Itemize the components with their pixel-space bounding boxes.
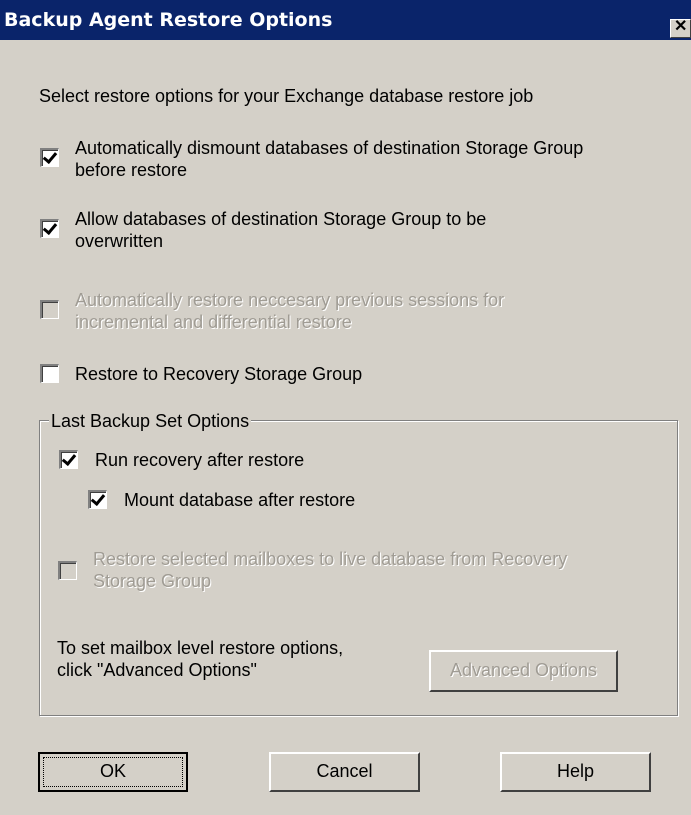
allow-overwrite-line2: overwritten <box>75 231 164 251</box>
auto-restore-sessions-line1: Automatically restore neccesary previous… <box>75 290 505 310</box>
instruction-text: Select restore options for your Exchange… <box>39 86 534 106</box>
restore-mailboxes-line2: Storage Group <box>93 571 212 591</box>
recovery-storage-group-label: Restore to Recovery Storage Group <box>75 364 363 384</box>
run-recovery-checkbox[interactable] <box>59 450 78 469</box>
restore-mailboxes-label: Restore selected mailboxes to live datab… <box>93 548 567 592</box>
close-button[interactable]: ✕ <box>670 18 691 38</box>
close-icon: ✕ <box>674 18 688 35</box>
auto-restore-sessions-line2: incremental and differential restore <box>75 312 352 332</box>
auto-restore-sessions-checkbox <box>40 300 59 319</box>
advanced-options-button: Advanced Options <box>429 650 618 692</box>
auto-restore-sessions-label: Automatically restore neccesary previous… <box>75 289 504 333</box>
auto-dismount-label: Automatically dismount databases of dest… <box>75 137 583 181</box>
run-recovery-label: Run recovery after restore <box>95 450 305 470</box>
mount-database-label: Mount database after restore <box>124 490 356 510</box>
allow-overwrite-label: Allow databases of destination Storage G… <box>75 208 486 252</box>
auto-dismount-line2: before restore <box>75 160 188 180</box>
group-legend: Last Backup Set Options <box>49 411 252 431</box>
ok-button[interactable]: OK <box>38 752 188 792</box>
allow-overwrite-checkbox[interactable] <box>40 219 59 238</box>
window-title: Backup Agent Restore Options <box>4 9 333 31</box>
restore-mailboxes-checkbox <box>58 561 77 580</box>
allow-overwrite-line1: Allow databases of destination Storage G… <box>75 209 487 229</box>
info-line2: click "Advanced Options" <box>57 660 257 680</box>
info-line1: To set mailbox level restore options, <box>57 638 344 658</box>
auto-dismount-checkbox[interactable] <box>40 148 59 167</box>
cancel-button[interactable]: Cancel <box>269 752 420 792</box>
help-button[interactable]: Help <box>500 752 651 792</box>
mount-database-checkbox[interactable] <box>88 490 107 509</box>
mailbox-info-text: To set mailbox level restore options, cl… <box>57 637 343 681</box>
recovery-storage-group-checkbox[interactable] <box>40 364 59 383</box>
restore-mailboxes-line1: Restore selected mailboxes to live datab… <box>93 549 568 569</box>
title-bar: Backup Agent Restore Options <box>0 0 691 40</box>
auto-dismount-line1: Automatically dismount databases of dest… <box>75 138 584 158</box>
